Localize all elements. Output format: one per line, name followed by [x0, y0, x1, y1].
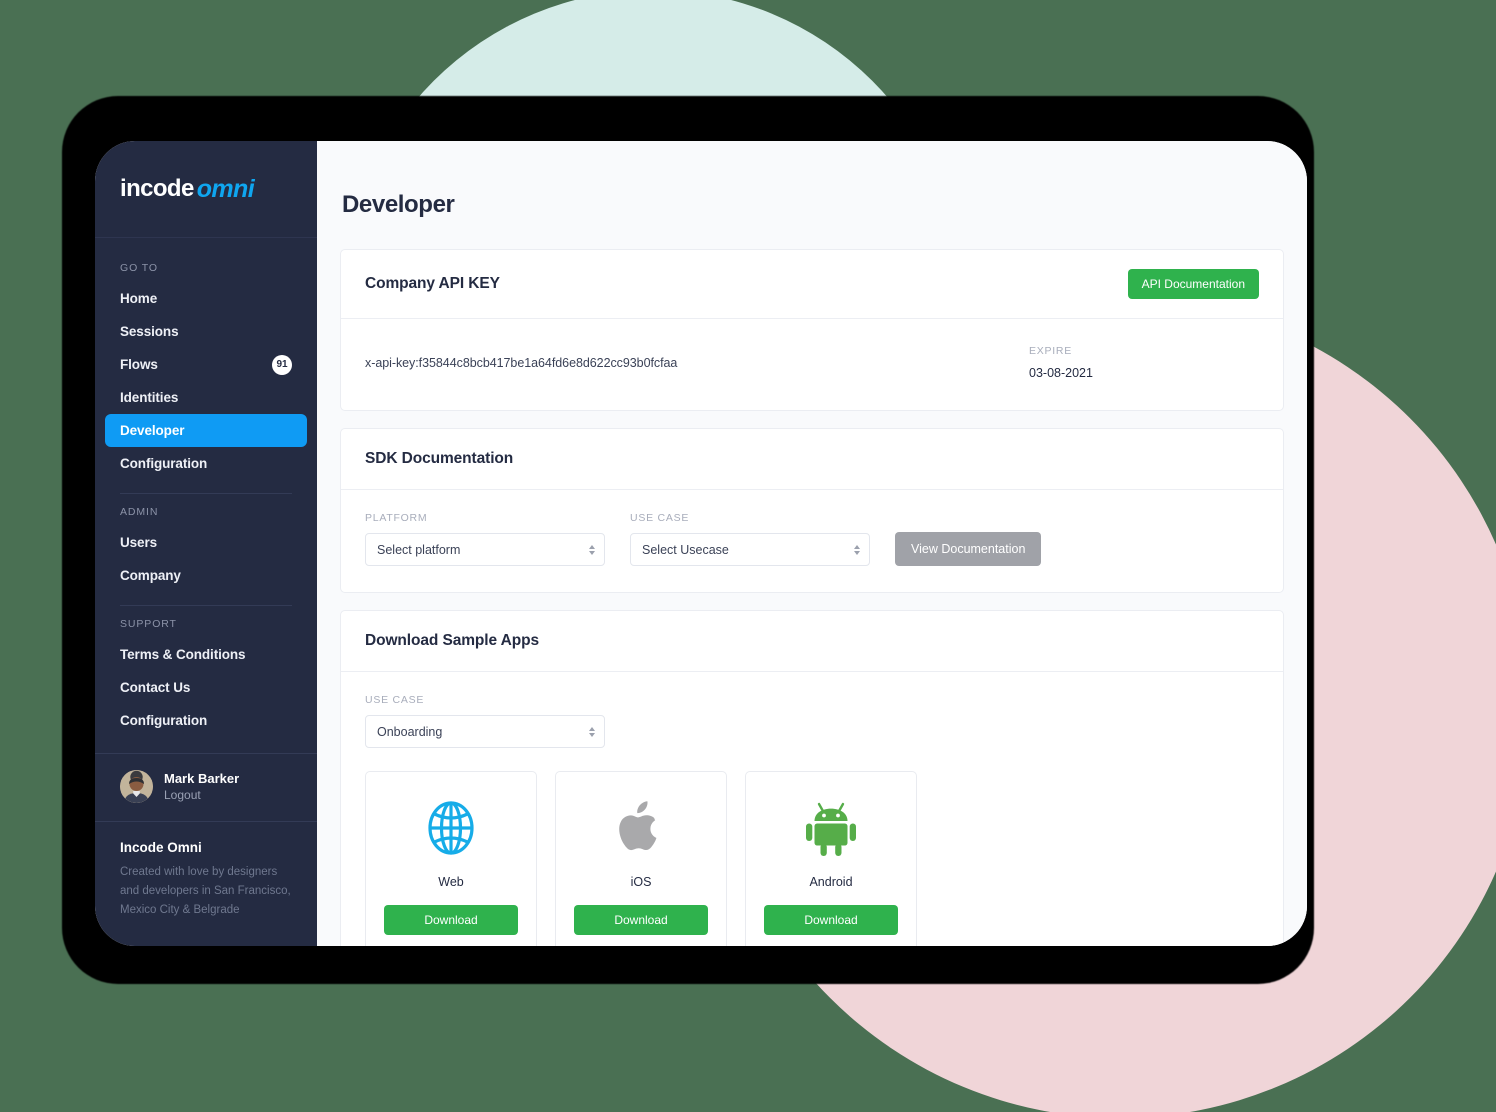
- sidebar-item-users[interactable]: Users: [105, 526, 307, 559]
- api-key-value: x-api-key:f35844c8bcb417be1a64fd6e8d622c…: [365, 355, 678, 370]
- chevron-updown-icon: [589, 544, 595, 555]
- sidebar: incode omni GO TO Home Sessions Flows 91 …: [95, 141, 317, 946]
- platform-select[interactable]: Select platform: [365, 533, 605, 566]
- sidebar-divider: [120, 605, 292, 606]
- chevron-updown-icon: [854, 544, 860, 555]
- user-info: Mark Barker Logout: [164, 770, 239, 804]
- api-documentation-button[interactable]: API Documentation: [1127, 269, 1259, 299]
- download-button-android[interactable]: Download: [764, 905, 898, 935]
- sidebar-item-identities[interactable]: Identities: [105, 381, 307, 414]
- download-button-web[interactable]: Download: [384, 905, 518, 935]
- apple-icon: [618, 799, 664, 857]
- nav-section-support: SUPPORT Terms & Conditions Contact Us Co…: [95, 610, 317, 737]
- footer-text: Created with love by designers and devel…: [120, 866, 291, 917]
- platform-label: PLATFORM: [365, 512, 428, 524]
- expire-label: EXPIRE: [1029, 345, 1073, 357]
- expire-value: 03-08-2021: [1029, 366, 1093, 380]
- sample-app-card-android: Android Download: [745, 771, 917, 946]
- company-api-key-card: Company API KEY API Documentation x-api-…: [340, 249, 1284, 411]
- nav-heading-admin: ADMIN: [120, 506, 159, 518]
- sample-app-card-ios: iOS Download: [555, 771, 727, 946]
- usecase-field-group: USE CASE Select Usecase: [630, 512, 870, 566]
- page-title: Developer: [342, 191, 455, 218]
- api-key-row: x-api-key:f35844c8bcb417be1a64fd6e8d622c…: [341, 319, 1283, 410]
- sdk-documentation-card: SDK Documentation PLATFORM Select platfo…: [340, 428, 1284, 593]
- platform-field-group: PLATFORM Select platform: [365, 512, 605, 566]
- sdk-card-body: PLATFORM Select platform USE CASE Select…: [341, 490, 1283, 592]
- api-key-card-title: Company API KEY: [365, 275, 500, 292]
- sidebar-item-configuration[interactable]: Configuration: [105, 447, 307, 480]
- sidebar-item-label: Home: [120, 291, 158, 306]
- download-usecase-select[interactable]: Onboarding: [365, 715, 605, 748]
- usecase-select-value: Select Usecase: [642, 542, 729, 557]
- sdk-card-title: SDK Documentation: [365, 450, 514, 467]
- brand-name-omni: omni: [196, 174, 255, 203]
- sample-app-label: Android: [809, 875, 853, 889]
- usecase-label: USE CASE: [630, 512, 690, 524]
- nav-heading-support: SUPPORT: [120, 618, 177, 630]
- user-profile[interactable]: Mark Barker Logout: [95, 752, 317, 823]
- api-key-expire-block: EXPIRE 03-08-2021: [1029, 345, 1259, 380]
- user-name: Mark Barker: [164, 770, 240, 786]
- sample-apps-grid: Web Download iOS Download Android Downlo…: [365, 771, 1259, 946]
- download-usecase-select-value: Onboarding: [377, 724, 443, 739]
- sidebar-item-label: Configuration: [120, 713, 208, 728]
- download-usecase-label: USE CASE: [365, 694, 425, 706]
- sidebar-item-label: Sessions: [120, 324, 179, 339]
- app-window: incode omni GO TO Home Sessions Flows 91 …: [95, 141, 1307, 946]
- sidebar-item-sessions[interactable]: Sessions: [105, 315, 307, 348]
- sidebar-item-company[interactable]: Company: [105, 559, 307, 592]
- sidebar-item-label: Contact Us: [120, 680, 191, 695]
- nav-section-admin: ADMIN Users Company: [95, 498, 317, 592]
- download-card-header: Download Sample Apps: [341, 611, 1283, 672]
- sidebar-item-label: Terms & Conditions: [120, 647, 246, 662]
- brand-logo[interactable]: incode omni: [95, 141, 317, 238]
- globe-icon: [427, 799, 475, 857]
- sample-app-card-web: Web Download: [365, 771, 537, 946]
- sample-app-label: iOS: [630, 875, 652, 889]
- sidebar-item-label: Flows: [120, 357, 158, 372]
- download-usecase-field-group: USE CASE Onboarding: [365, 694, 605, 748]
- sidebar-item-label: Company: [120, 568, 181, 583]
- sidebar-item-developer[interactable]: Developer: [105, 414, 307, 447]
- nav-section-goto: GO TO Home Sessions Flows 91 Identities …: [95, 238, 317, 480]
- usecase-select[interactable]: Select Usecase: [630, 533, 870, 566]
- sdk-card-header: SDK Documentation: [341, 429, 1283, 490]
- sidebar-item-terms-and-conditions[interactable]: Terms & Conditions: [105, 638, 307, 671]
- download-sample-apps-card: Download Sample Apps USE CASE Onboarding: [340, 610, 1284, 946]
- brand-name-incode: incode: [120, 175, 194, 202]
- download-card-body: USE CASE Onboarding Web Download iOS Dow…: [341, 672, 1283, 946]
- sidebar-item-contact-us[interactable]: Contact Us: [105, 671, 307, 704]
- sdk-form-row: PLATFORM Select platform USE CASE Select…: [365, 512, 1259, 566]
- sidebar-item-flows[interactable]: Flows 91: [105, 348, 307, 381]
- view-documentation-button[interactable]: View Documentation: [895, 531, 1042, 566]
- flows-count-badge: 91: [272, 354, 292, 375]
- sidebar-item-label: Configuration: [120, 456, 208, 471]
- sidebar-item-support-configuration[interactable]: Configuration: [105, 704, 307, 737]
- api-key-card-header: Company API KEY API Documentation: [341, 250, 1283, 319]
- sidebar-item-label: Developer: [120, 423, 185, 438]
- sidebar-item-home[interactable]: Home: [105, 282, 307, 315]
- chevron-updown-icon: [589, 726, 595, 737]
- sample-app-label: Web: [438, 875, 464, 889]
- sidebar-item-label: Identities: [120, 390, 179, 405]
- nav-heading-goto: GO TO: [120, 262, 158, 274]
- sidebar-item-label: Users: [120, 535, 158, 550]
- download-card-title: Download Sample Apps: [365, 632, 539, 649]
- sidebar-footer: Incode Omni Created with love by designe…: [95, 822, 317, 946]
- footer-title: Incode Omni: [120, 840, 202, 856]
- download-button-ios[interactable]: Download: [574, 905, 708, 935]
- sidebar-divider: [120, 493, 292, 494]
- main-content: Developer Company API KEY API Documentat…: [317, 141, 1307, 946]
- avatar: [120, 770, 153, 804]
- android-icon: [805, 799, 857, 857]
- logout-link[interactable]: Logout: [164, 787, 239, 804]
- platform-select-value: Select platform: [377, 542, 461, 557]
